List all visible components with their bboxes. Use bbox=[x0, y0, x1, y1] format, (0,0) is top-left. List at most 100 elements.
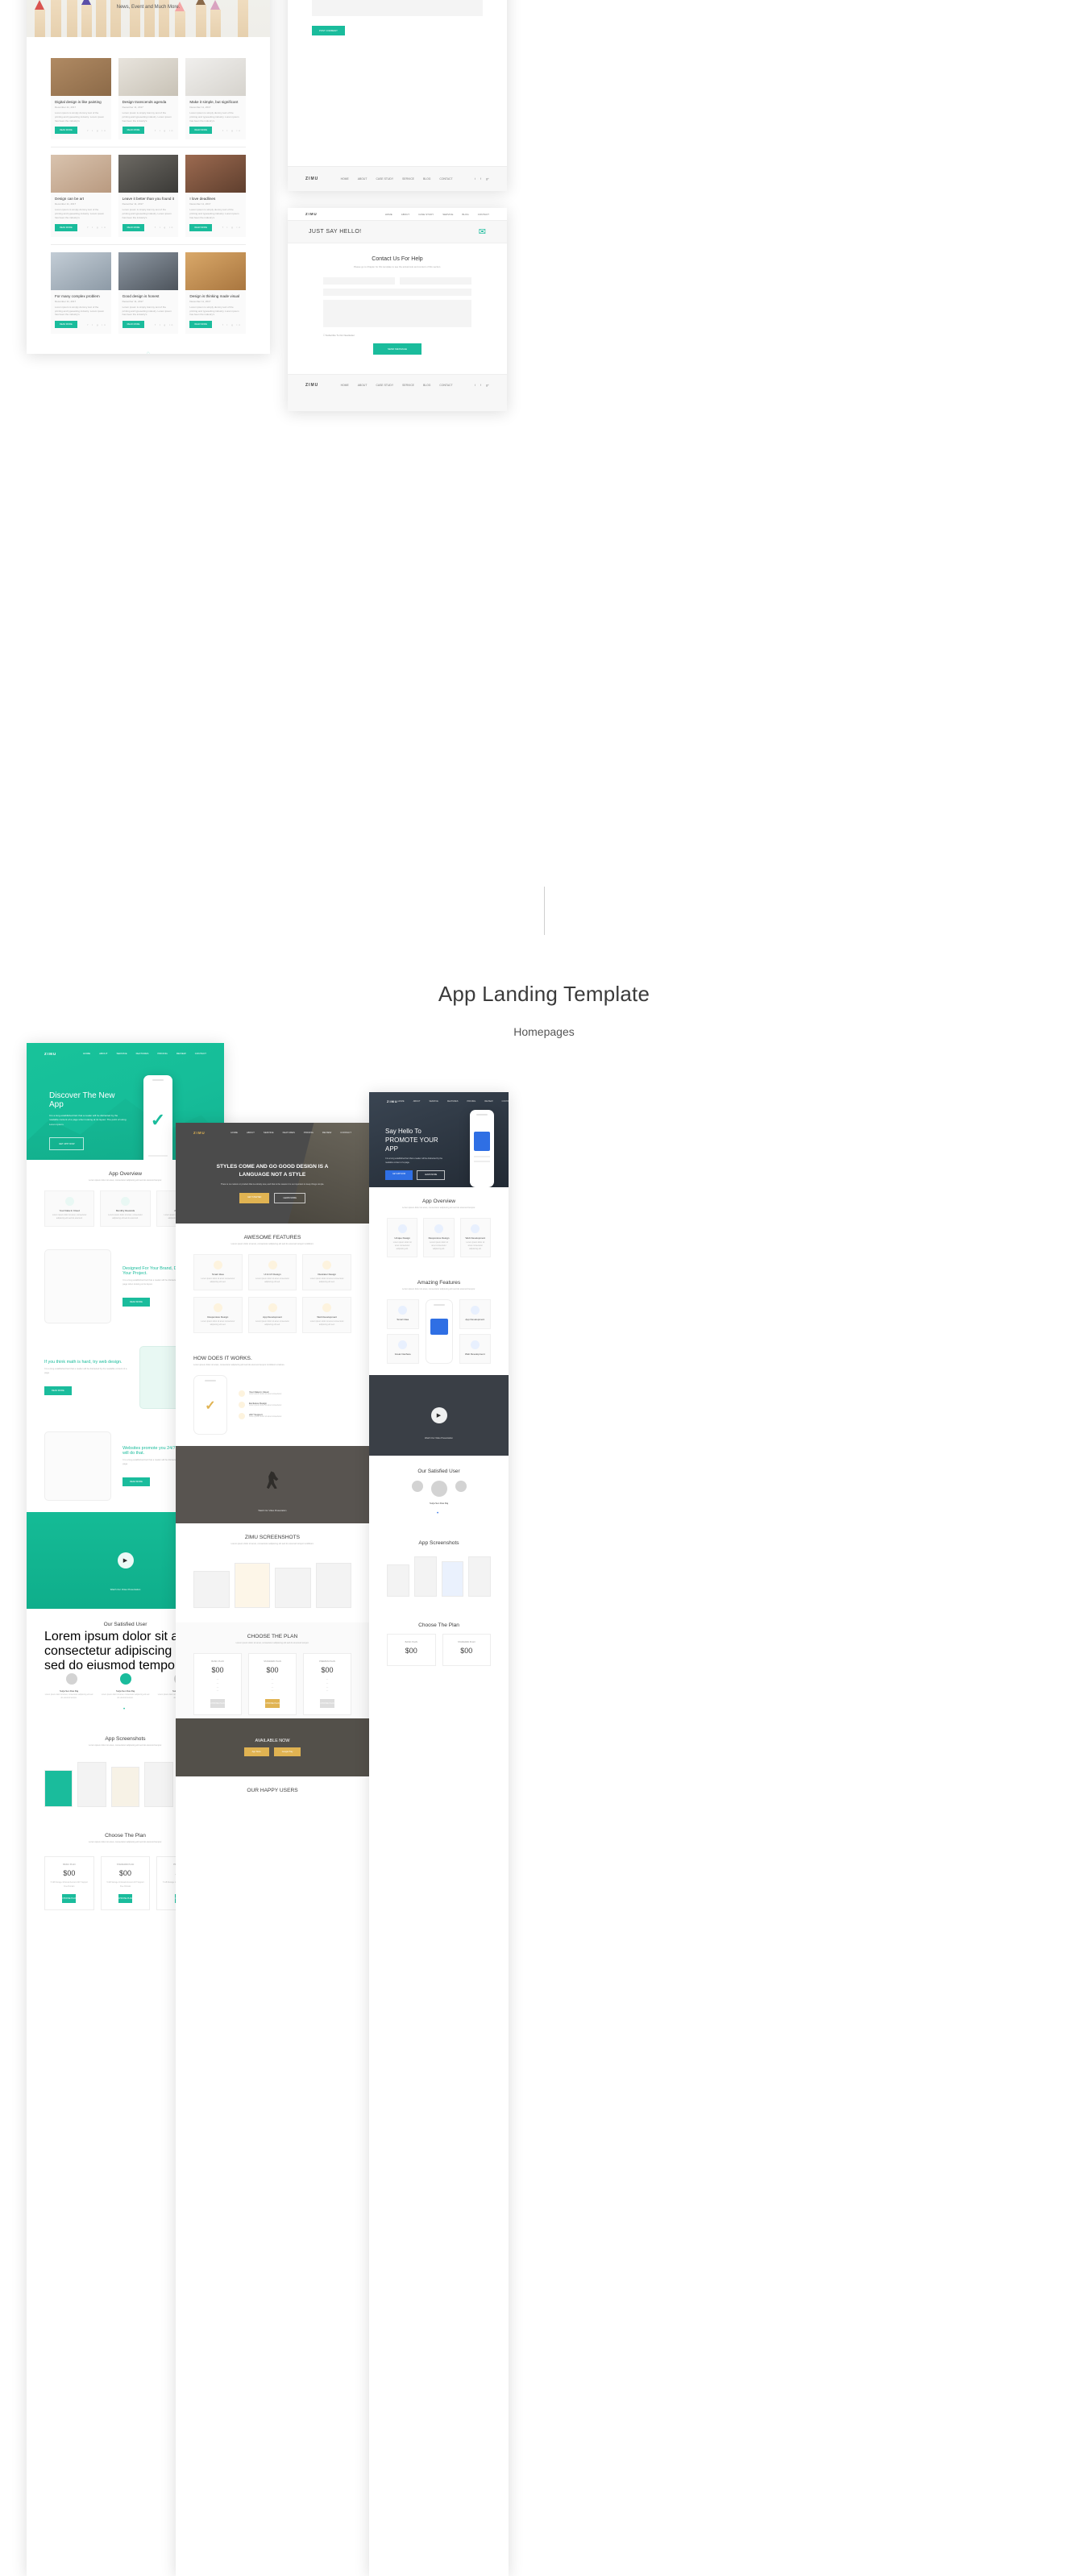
pricing-card[interactable]: STANDARD PLAN $00 — — — — CHOOSE PLAN bbox=[248, 1653, 297, 1716]
feature-card[interactable]: Web Development Lorem ipsum dolor sit am… bbox=[302, 1297, 352, 1333]
footer-nav[interactable]: HOME ABOUT CASE STUDY SERVICE BLOG CONTA… bbox=[341, 177, 453, 181]
blog-card[interactable]: Good design is honest December 11, 2017 … bbox=[118, 251, 179, 334]
blue-video-band[interactable]: ▶ Watch Our Video Presentation bbox=[369, 1375, 509, 1456]
blog-card[interactable]: I love deadlines December 11, 2017 Lorem… bbox=[185, 155, 247, 237]
facebook-icon[interactable]: f bbox=[480, 384, 481, 387]
feature-card[interactable]: Smart Idea bbox=[387, 1299, 419, 1330]
learn-more-button[interactable]: LEARN MORE bbox=[274, 1193, 305, 1204]
pricing-card[interactable]: BASIC PLAN $00 bbox=[387, 1634, 436, 1667]
nav-review[interactable]: REVIEW bbox=[484, 1100, 492, 1103]
google-plus-icon[interactable]: g+ bbox=[486, 177, 489, 181]
screenshot[interactable] bbox=[234, 1562, 270, 1608]
footer-nav-blog[interactable]: BLOG bbox=[423, 177, 430, 181]
nav-pricing[interactable]: PRICING bbox=[157, 1052, 168, 1055]
social-icons[interactable]: f t g in bbox=[222, 226, 242, 229]
app-store-button[interactable]: App Store bbox=[243, 1747, 269, 1757]
nav-contact[interactable]: CONTACT bbox=[502, 1100, 509, 1103]
screenshot[interactable] bbox=[110, 1767, 140, 1808]
play-icon[interactable]: ▶ bbox=[117, 1552, 134, 1569]
nav-review[interactable]: REVIEW bbox=[176, 1052, 186, 1055]
nav-review[interactable]: REVIEW bbox=[322, 1131, 331, 1134]
footer-brand[interactable]: ZIMU bbox=[305, 177, 318, 181]
nav-features[interactable]: FEATURES bbox=[283, 1131, 295, 1134]
blog-card[interactable]: Leave it better than you found it Decemb… bbox=[118, 155, 179, 237]
footer-nav-case-study[interactable]: CASE STUDY bbox=[376, 384, 393, 387]
screenshot[interactable] bbox=[387, 1564, 409, 1598]
feature-card[interactable]: UI & UX Design Lorem ipsum dolor sit ame… bbox=[247, 1254, 297, 1291]
screenshot[interactable] bbox=[193, 1570, 230, 1608]
nav-brand[interactable]: ZIMU bbox=[305, 212, 318, 216]
read-more-button[interactable]: READ MORE bbox=[55, 321, 77, 329]
contact-name-input[interactable] bbox=[323, 276, 395, 285]
overview-card[interactable]: Web Development Lorem ipsum dolor sit am… bbox=[459, 1218, 491, 1257]
social-icons[interactable]: f t g in bbox=[155, 129, 174, 132]
dark-screenshot-strip[interactable] bbox=[176, 1558, 369, 1622]
load-more-row[interactable]: ◌ Interested In More? Load More Post's bbox=[27, 344, 270, 354]
social-icons[interactable]: f t g in bbox=[155, 323, 174, 326]
send-message-button[interactable]: SEND MESSAGE bbox=[373, 343, 421, 355]
google-plus-icon[interactable]: g+ bbox=[486, 384, 489, 387]
screenshot[interactable] bbox=[77, 1762, 106, 1808]
nav-about[interactable]: ABOUT bbox=[247, 1131, 255, 1134]
read-more-button[interactable]: READ MORE bbox=[123, 1477, 150, 1486]
pricing-card[interactable]: BASIC PLAN $00 — — — — CHOOSE PLAN bbox=[193, 1653, 242, 1716]
footer-nav-contact[interactable]: CONTACT bbox=[439, 384, 452, 387]
read-more-button[interactable]: READ MORE bbox=[123, 1297, 150, 1307]
blue-screenshot-strip[interactable] bbox=[369, 1552, 509, 1611]
feature-card[interactable]: Responsive Design Lorem ipsum dolor sit … bbox=[193, 1297, 243, 1333]
overview-card[interactable]: Unique Design Lorem ipsum dolor sit amet… bbox=[387, 1218, 418, 1257]
nav-links[interactable]: HOME ABOUT SERVICE FEATURES PRICING REVI… bbox=[230, 1131, 351, 1134]
social-icons[interactable]: f t g in bbox=[88, 129, 107, 132]
nav-about[interactable]: ABOUT bbox=[413, 1100, 421, 1103]
contact-message-input[interactable] bbox=[323, 299, 471, 327]
footer-nav-home[interactable]: HOME bbox=[341, 177, 349, 181]
screenshot[interactable] bbox=[468, 1556, 491, 1598]
footer-socials[interactable]: t f g+ bbox=[475, 177, 489, 181]
nav-about[interactable]: ABOUT bbox=[99, 1052, 107, 1055]
nav-brand[interactable]: ZIMU bbox=[193, 1131, 206, 1135]
get-app-now-button[interactable]: GET APP NOW bbox=[385, 1170, 413, 1181]
nav-about[interactable]: ABOUT bbox=[401, 213, 409, 216]
pricing-card[interactable]: STANDARD PLAN $00 bbox=[442, 1634, 491, 1667]
screenshot[interactable] bbox=[413, 1556, 437, 1598]
blog-card[interactable]: Digital design is like painting December… bbox=[51, 58, 111, 140]
footer-nav-service[interactable]: SERVICE bbox=[402, 177, 414, 181]
overview-card[interactable]: Responsive Design Lorem ipsum dolor sit … bbox=[423, 1218, 455, 1257]
blog-card[interactable]: For many complex problem December 11, 20… bbox=[51, 251, 111, 334]
nav-links[interactable]: HOME ABOUT CASE STUDY SERVICE BLOG CONTA… bbox=[385, 213, 489, 216]
facebook-icon[interactable]: f bbox=[480, 177, 481, 181]
read-more-button[interactable]: READ MORE bbox=[122, 127, 145, 135]
footer-nav-contact[interactable]: CONTACT bbox=[439, 177, 452, 181]
footer-nav-service[interactable]: SERVICE bbox=[402, 384, 414, 387]
nav-home[interactable]: HOME bbox=[83, 1052, 90, 1055]
nav-brand[interactable]: ZIMU bbox=[387, 1099, 398, 1103]
social-icons[interactable]: f t g in bbox=[222, 129, 242, 132]
nav-case-study[interactable]: CASE STUDY bbox=[418, 213, 434, 216]
screenshot[interactable] bbox=[144, 1762, 173, 1808]
feature-card[interactable]: App Development bbox=[459, 1299, 491, 1330]
nav-features[interactable]: FEATURES bbox=[136, 1052, 149, 1055]
contact-email-input[interactable] bbox=[400, 276, 471, 285]
screenshot[interactable] bbox=[315, 1562, 351, 1608]
read-more-button[interactable]: READ MORE bbox=[55, 127, 77, 135]
footer-brand[interactable]: ZIMU bbox=[305, 383, 318, 388]
choose-plan-button[interactable]: CHOOSE PLAN bbox=[118, 1894, 133, 1904]
nav-pricing[interactable]: PRICING bbox=[304, 1131, 314, 1134]
screenshot[interactable] bbox=[44, 1770, 73, 1808]
nav-links[interactable]: HOME ABOUT SERVICE FEATURES PRICING REVI… bbox=[83, 1052, 206, 1055]
play-icon[interactable]: ▶ bbox=[430, 1407, 447, 1424]
nav-service[interactable]: SERVICE bbox=[116, 1052, 127, 1055]
social-icons[interactable]: f t g in bbox=[88, 323, 107, 326]
pricing-card[interactable]: BASIC PLAN $00 5 GB Storage 10 Email Acc… bbox=[44, 1855, 94, 1911]
google-play-button[interactable]: Google Play bbox=[273, 1747, 301, 1757]
comment-message-field[interactable] bbox=[312, 0, 483, 16]
nav-home[interactable]: HOME bbox=[385, 213, 392, 216]
social-icons[interactable]: f t g in bbox=[88, 226, 107, 229]
feature-card[interactable]: Illustrator Design Lorem ipsum dolor sit… bbox=[302, 1254, 352, 1291]
nav-blog[interactable]: BLOG bbox=[462, 213, 468, 216]
read-more-button[interactable]: READ MORE bbox=[44, 1386, 72, 1395]
footer-socials[interactable]: t f g+ bbox=[475, 384, 489, 387]
overview-card[interactable]: Your Data In Cloud Lorem ipsum dolor sit… bbox=[44, 1190, 95, 1228]
feature-card[interactable]: Smart Idea Lorem ipsum dolor sit amet co… bbox=[193, 1254, 243, 1291]
nav-service[interactable]: SERVICE bbox=[430, 1100, 438, 1103]
